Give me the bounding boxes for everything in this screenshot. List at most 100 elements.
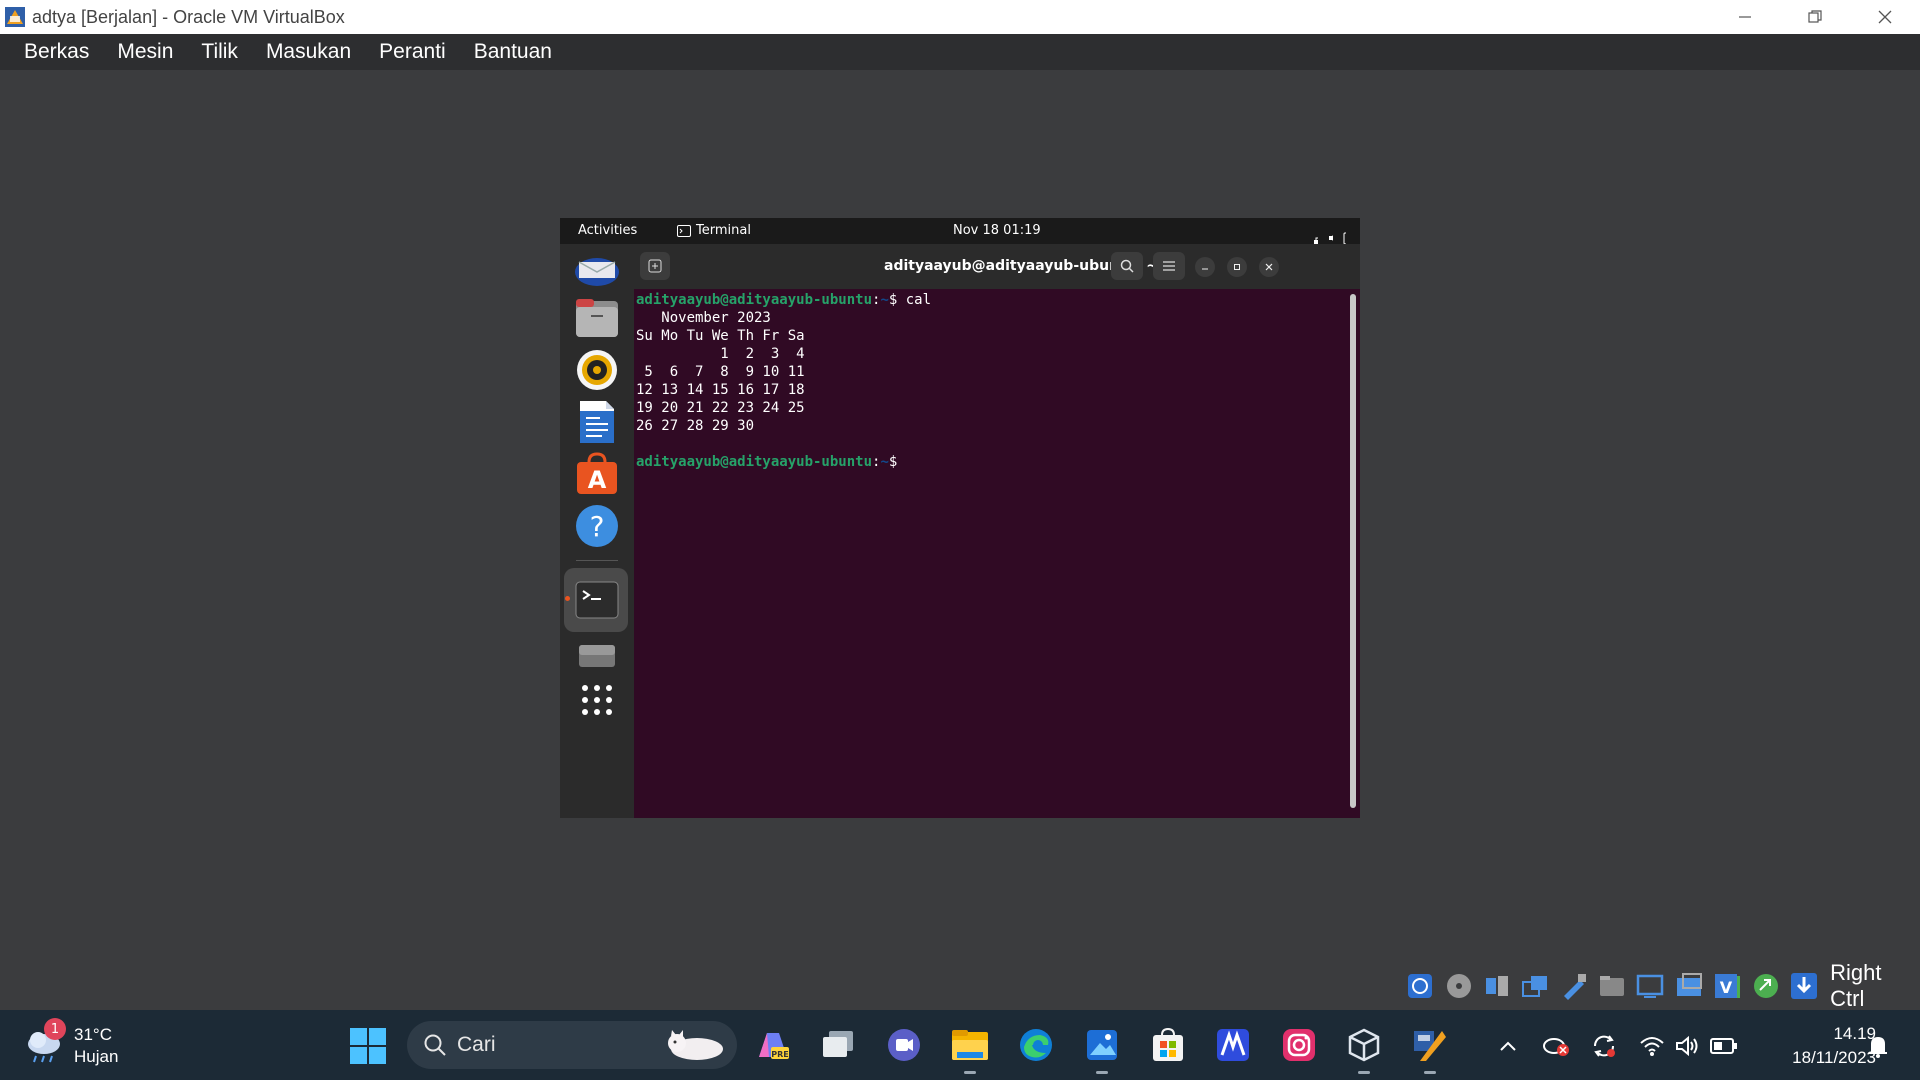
taskbar-search-box[interactable]: Cari <box>407 1021 737 1069</box>
running-indicator <box>1358 1071 1370 1074</box>
dock-files[interactable] <box>573 294 621 342</box>
taskbar-teams[interactable] <box>883 1024 925 1066</box>
dock-app-grid[interactable] <box>573 676 621 724</box>
volume-tray[interactable] <box>1672 1030 1704 1062</box>
app-menu[interactable]: Terminal <box>677 223 751 238</box>
new-tab-button[interactable] <box>640 252 670 280</box>
search-icon <box>1120 259 1134 273</box>
volume-icon <box>1676 1035 1698 1057</box>
app-grid-icon <box>582 685 612 715</box>
file-explorer-icon <box>952 1030 988 1060</box>
writer-icon <box>580 401 614 443</box>
terminal-header-bar: adityaayub@adityaayub-ubuntu: ~ <box>634 244 1360 289</box>
usb-icon <box>1563 974 1586 1000</box>
battery-tray[interactable] <box>1708 1030 1740 1062</box>
command-text: cal <box>905 292 932 308</box>
app-m-icon <box>1217 1029 1249 1061</box>
sync-tray[interactable] <box>1588 1030 1620 1062</box>
cube-icon <box>1348 1028 1380 1062</box>
vt-x-status[interactable]: V <box>1711 970 1743 1003</box>
dock-help[interactable]: ? <box>573 502 621 550</box>
show-hidden-icons-button[interactable] <box>1492 1030 1524 1062</box>
taskbar-file-explorer[interactable] <box>949 1024 991 1074</box>
disk-icon <box>579 645 615 667</box>
notifications-button[interactable] <box>1862 1030 1894 1062</box>
audio-status[interactable] <box>1481 970 1513 1003</box>
folder-icon <box>1600 976 1625 996</box>
menu-tilik[interactable]: Tilik <box>187 40 252 64</box>
optical-drive-status[interactable] <box>1442 970 1474 1003</box>
terminal-maximize-button[interactable] <box>1227 257 1247 277</box>
taskbar-clock[interactable]: 14.19 18/11/2023 <box>1756 1022 1876 1070</box>
taskbar-instagram[interactable] <box>1278 1024 1320 1066</box>
menu-bantuan[interactable]: Bantuan <box>460 40 566 64</box>
menu-peranti[interactable]: Peranti <box>365 40 460 64</box>
dock-terminal[interactable] <box>573 576 621 624</box>
mouse-integration-status[interactable] <box>1749 970 1781 1003</box>
start-button[interactable] <box>350 1028 386 1064</box>
dock-rhythmbox[interactable] <box>573 346 621 394</box>
current-prompt-line[interactable]: adityaayub@adityaayub-ubuntu:~$ <box>636 453 1336 471</box>
hard-disk-icon <box>1408 974 1433 998</box>
vm-screen[interactable]: Activities Terminal Nov 18 01:19 A ? adi… <box>560 218 1360 818</box>
onedrive-tray[interactable] <box>1540 1030 1572 1062</box>
terminal-output[interactable]: adityaayub@adityaayub-ubuntu:~$ cal Nove… <box>636 291 1336 811</box>
taskbar-app-m[interactable] <box>1212 1024 1254 1066</box>
weather-description: Hujan <box>74 1047 119 1066</box>
dock-thunderbird[interactable] <box>573 244 621 292</box>
sync-icon <box>1593 1035 1615 1057</box>
dock-software[interactable]: A <box>573 450 621 498</box>
wifi-tray[interactable] <box>1636 1030 1668 1062</box>
terminal-search-button[interactable] <box>1111 252 1143 280</box>
clock-date: 18/11/2023 <box>1792 1048 1876 1067</box>
taskbar-edge[interactable] <box>1015 1024 1057 1066</box>
svg-text:V: V <box>1720 978 1733 997</box>
mouse-integration-icon <box>1753 974 1778 998</box>
teams-chat-icon <box>888 1029 920 1061</box>
optical-disc-icon <box>1446 974 1471 998</box>
weather-widget[interactable]: 1 31°C Hujan <box>24 1018 119 1068</box>
hamburger-icon <box>1163 261 1175 271</box>
terminal-close-button[interactable] <box>1259 257 1279 277</box>
microsoft-store-icon <box>1153 1027 1183 1061</box>
dock-disk[interactable] <box>573 632 621 680</box>
network-status[interactable] <box>1519 970 1551 1003</box>
taskbar-store[interactable] <box>1147 1024 1189 1066</box>
taskbar-photos[interactable] <box>1081 1024 1123 1074</box>
wifi-icon <box>1640 1037 1664 1056</box>
display-status[interactable] <box>1634 970 1666 1003</box>
taskbar-virtualbox-vm[interactable] <box>1409 1024 1451 1074</box>
gnome-top-bar: Activities Terminal Nov 18 01:19 <box>560 218 1360 245</box>
recording-status[interactable] <box>1673 970 1705 1003</box>
restore-button[interactable] <box>1780 0 1850 34</box>
terminal-window[interactable]: adityaayub@adityaayub-ubuntu: ~ adityaay… <box>634 244 1360 818</box>
close-button[interactable] <box>1850 0 1920 34</box>
output-line: November 2023 <box>636 310 771 326</box>
usb-status[interactable] <box>1558 970 1590 1003</box>
weather-temperature: 31°C <box>74 1025 112 1044</box>
output-line: 5 6 7 8 9 10 11 <box>636 364 805 380</box>
network-adapter-icon <box>1522 976 1548 997</box>
taskbar-copilot[interactable]: PRE <box>752 1024 794 1066</box>
prompt-user: adityaayub@adityaayub-ubuntu <box>636 292 873 308</box>
keyboard-capture-status[interactable] <box>1788 970 1820 1003</box>
activities-button[interactable]: Activities <box>578 223 637 238</box>
menu-masukan[interactable]: Masukan <box>252 40 365 64</box>
vm-status-bar: V Right Ctrl <box>1404 960 1920 1011</box>
menu-berkas[interactable]: Berkas <box>10 40 103 64</box>
terminal-menu-button[interactable] <box>1153 252 1185 280</box>
shared-folders-status[interactable] <box>1596 970 1628 1003</box>
close-icon <box>1878 10 1892 24</box>
top-bar-clock[interactable]: Nov 18 01:19 <box>953 223 1041 238</box>
files-icon <box>576 299 618 337</box>
menu-mesin[interactable]: Mesin <box>103 40 187 64</box>
terminal-scrollbar[interactable] <box>1350 294 1356 808</box>
dock-writer[interactable] <box>573 398 621 446</box>
running-indicator <box>964 1071 976 1074</box>
hard-disk-status[interactable] <box>1404 970 1436 1003</box>
minimize-button[interactable] <box>1710 0 1780 34</box>
terminal-minimize-button[interactable] <box>1195 257 1215 277</box>
taskbar-virtualbox-cube[interactable] <box>1343 1024 1385 1074</box>
output-line: 12 13 14 15 16 17 18 <box>636 382 805 398</box>
taskbar-task-view[interactable] <box>818 1024 860 1066</box>
